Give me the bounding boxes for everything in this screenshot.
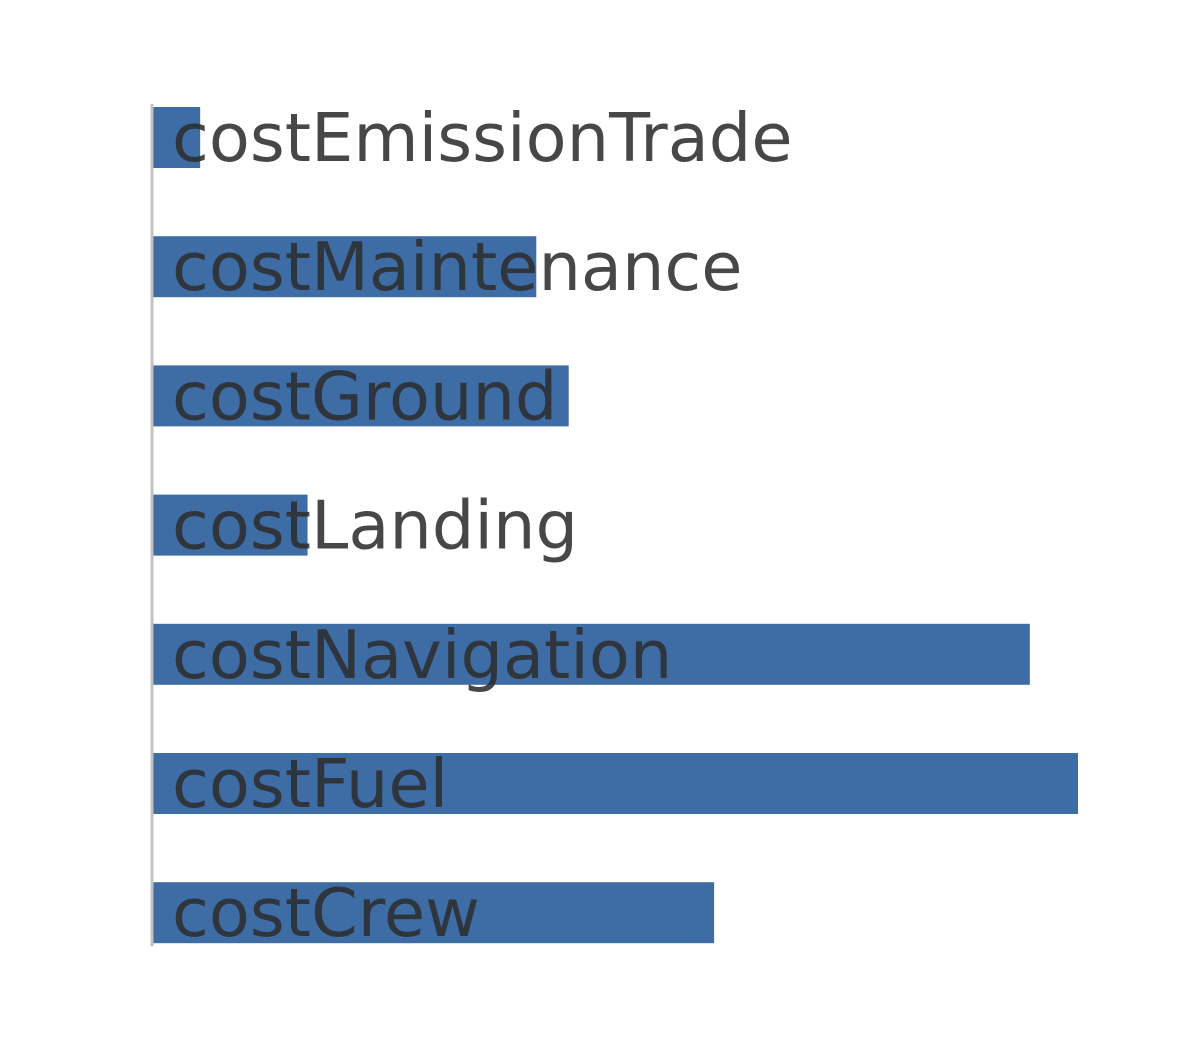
bar-label-costEmissionTrade: costEmissionTrade bbox=[172, 99, 793, 177]
bar-label-costLanding: costLanding bbox=[172, 487, 578, 565]
bar-label-costCrew: costCrew bbox=[172, 874, 480, 952]
bar-chart: costEmissionTrade costMaintenance costGrou… bbox=[150, 99, 1078, 952]
bar-label-costMaintenance: costMaintenance bbox=[172, 228, 742, 306]
labels-layer: costEmissionTrade costMaintenance costGrou… bbox=[172, 99, 793, 952]
bar-label-costGround: costGround bbox=[172, 357, 557, 435]
bar-label-costNavigation: costNavigation bbox=[172, 616, 672, 694]
bar-label-costFuel: costFuel bbox=[172, 745, 448, 823]
